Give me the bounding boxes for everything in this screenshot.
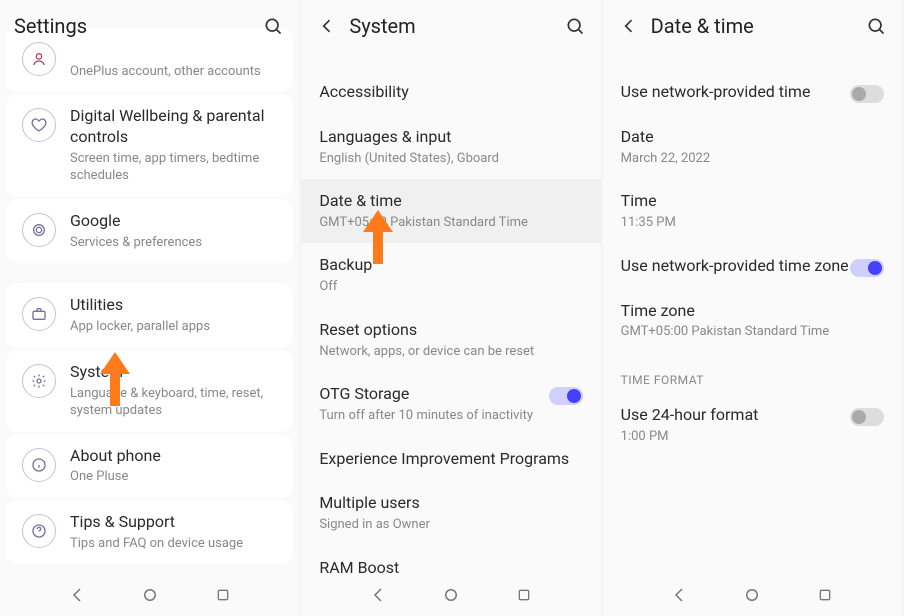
nav-recents-icon[interactable] — [815, 585, 835, 605]
toggle[interactable] — [549, 387, 583, 405]
list-item[interactable]: Backup Off — [301, 243, 600, 307]
page-title: System — [349, 14, 562, 38]
nav-back-icon[interactable] — [67, 585, 87, 605]
item-subtitle: Network, apps, or device can be reset — [319, 343, 582, 361]
search-icon[interactable] — [261, 14, 285, 38]
list-item[interactable]: Accessibility — [301, 70, 600, 115]
question-icon — [22, 514, 56, 548]
nav-home-icon[interactable] — [742, 585, 762, 605]
item-title: Time — [621, 191, 884, 212]
system-list: Accessibility Languages & input English (… — [301, 52, 600, 574]
list-item[interactable]: Experience Improvement Programs — [301, 437, 600, 482]
nav-recents-icon[interactable] — [213, 585, 233, 605]
item-title: Use 24-hour format — [621, 405, 850, 426]
gear-icon — [22, 364, 56, 398]
item-subtitle: GMT+05:00 Pakistan Standard Time — [621, 323, 884, 341]
target-icon — [22, 213, 56, 247]
item-title: About phone — [70, 446, 281, 467]
nav-back-icon[interactable] — [669, 585, 689, 605]
back-icon[interactable] — [315, 14, 339, 38]
list-item[interactable]: Tips & Support Tips and FAQ on device usa… — [6, 500, 293, 564]
list-item: Time zoneGMT+05:00 Pakistan Standard Tim… — [603, 289, 902, 353]
item-title: RAM Boost — [319, 558, 582, 574]
system-header: System — [301, 0, 600, 52]
item-subtitle: One Pluse — [70, 468, 281, 486]
item-subtitle: Tips and FAQ on device usage — [70, 535, 281, 553]
section-label: TIME FORMAT — [603, 353, 902, 393]
item-subtitle: GMT+05:00 Pakistan Standard Time — [319, 214, 582, 232]
list-item[interactable]: Digital Wellbeing & parental controlsScr… — [6, 94, 293, 197]
nav-home-icon[interactable] — [140, 585, 160, 605]
item-title: Date — [621, 127, 884, 148]
briefcase-icon — [22, 297, 56, 331]
settings-list: OnePlus account, other accounts Digital … — [0, 28, 299, 564]
list-item[interactable]: Time 11:35 PM — [603, 179, 902, 243]
item-title: Multiple users — [319, 493, 582, 514]
item-subtitle: 11:35 PM — [621, 214, 884, 232]
nav-home-icon[interactable] — [441, 585, 461, 605]
heart-icon — [22, 108, 56, 142]
date-time-list: Use network-provided time Date March 22, … — [603, 52, 902, 457]
list-item[interactable]: Use network-provided time zone — [603, 244, 902, 289]
navbar — [0, 574, 299, 616]
item-subtitle: English (United States), Gboard — [319, 150, 582, 168]
system-pane: System Accessibility Languages & input En… — [301, 0, 600, 616]
item-subtitle: App locker, parallel apps — [70, 318, 281, 336]
item-title: Experience Improvement Programs — [319, 449, 582, 470]
toggle[interactable] — [850, 408, 884, 426]
date-time-pane: Date & time Use network-provided time Da… — [603, 0, 902, 616]
list-item[interactable]: About phoneOne Pluse — [6, 434, 293, 498]
list-item[interactable]: Utilities App locker, parallel apps — [6, 283, 293, 347]
date-time-header: Date & time — [603, 0, 902, 52]
item-title: Date & time — [319, 191, 582, 212]
list-item[interactable]: SystemLanguage & keyboard, time, reset, … — [6, 350, 293, 432]
item-title: Languages & input — [319, 127, 582, 148]
item-title: Use network-provided time — [621, 82, 850, 103]
back-icon[interactable] — [617, 14, 641, 38]
toggle[interactable] — [850, 259, 884, 277]
page-title: Settings — [14, 14, 261, 38]
item-subtitle: Screen time, app timers, bedtime schedul… — [70, 150, 281, 185]
item-title: Google — [70, 211, 281, 232]
item-title: Reset options — [319, 320, 582, 341]
list-item[interactable]: OTG Storage Turn off after 10 minutes of … — [301, 372, 600, 436]
item-title: Backup — [319, 255, 582, 276]
item-subtitle: March 22, 2022 — [621, 150, 884, 168]
list-item[interactable]: Google Services & preferences — [6, 199, 293, 263]
item-subtitle: Signed in as Owner — [319, 516, 582, 534]
list-item[interactable]: Multiple users Signed in as Owner — [301, 481, 600, 545]
item-title: Digital Wellbeing & parental controls — [70, 106, 281, 148]
item-title: System — [70, 362, 281, 383]
item-subtitle: OnePlus account, other accounts — [70, 63, 281, 81]
item-subtitle: Turn off after 10 minutes of inactivity — [319, 407, 548, 425]
nav-recents-icon[interactable] — [514, 585, 534, 605]
list-item[interactable]: Date & time GMT+05:00 Pakistan Standard T… — [301, 179, 600, 243]
item-subtitle: Language & keyboard, time, reset, system… — [70, 385, 281, 420]
navbar — [603, 574, 902, 616]
item-subtitle: Off — [319, 278, 582, 296]
list-item[interactable]: Languages & input English (United States)… — [301, 115, 600, 179]
navbar — [301, 574, 600, 616]
info-icon — [22, 448, 56, 482]
page-title: Date & time — [651, 14, 864, 38]
item-title: Accessibility — [319, 82, 582, 103]
item-title: Tips & Support — [70, 512, 281, 533]
settings-pane: Settings OnePlus account, other accounts… — [0, 0, 299, 616]
list-item[interactable]: Use network-provided time — [603, 70, 902, 115]
list-item[interactable]: Use 24-hour format 1:00 PM — [603, 393, 902, 457]
item-title: Utilities — [70, 295, 281, 316]
search-icon[interactable] — [864, 14, 888, 38]
item-title: Time zone — [621, 301, 884, 322]
item-title: Use network-provided time zone — [621, 256, 850, 277]
list-item[interactable]: RAM BoostOptimize RAM utilization based … — [301, 546, 600, 574]
item-title: OTG Storage — [319, 384, 548, 405]
toggle[interactable] — [850, 85, 884, 103]
list-item[interactable]: Date March 22, 2022 — [603, 115, 902, 179]
list-item[interactable]: Reset options Network, apps, or device ca… — [301, 308, 600, 372]
search-icon[interactable] — [563, 14, 587, 38]
account-icon — [22, 42, 56, 76]
item-subtitle: Services & preferences — [70, 234, 281, 252]
item-subtitle: 1:00 PM — [621, 428, 850, 446]
nav-back-icon[interactable] — [368, 585, 388, 605]
